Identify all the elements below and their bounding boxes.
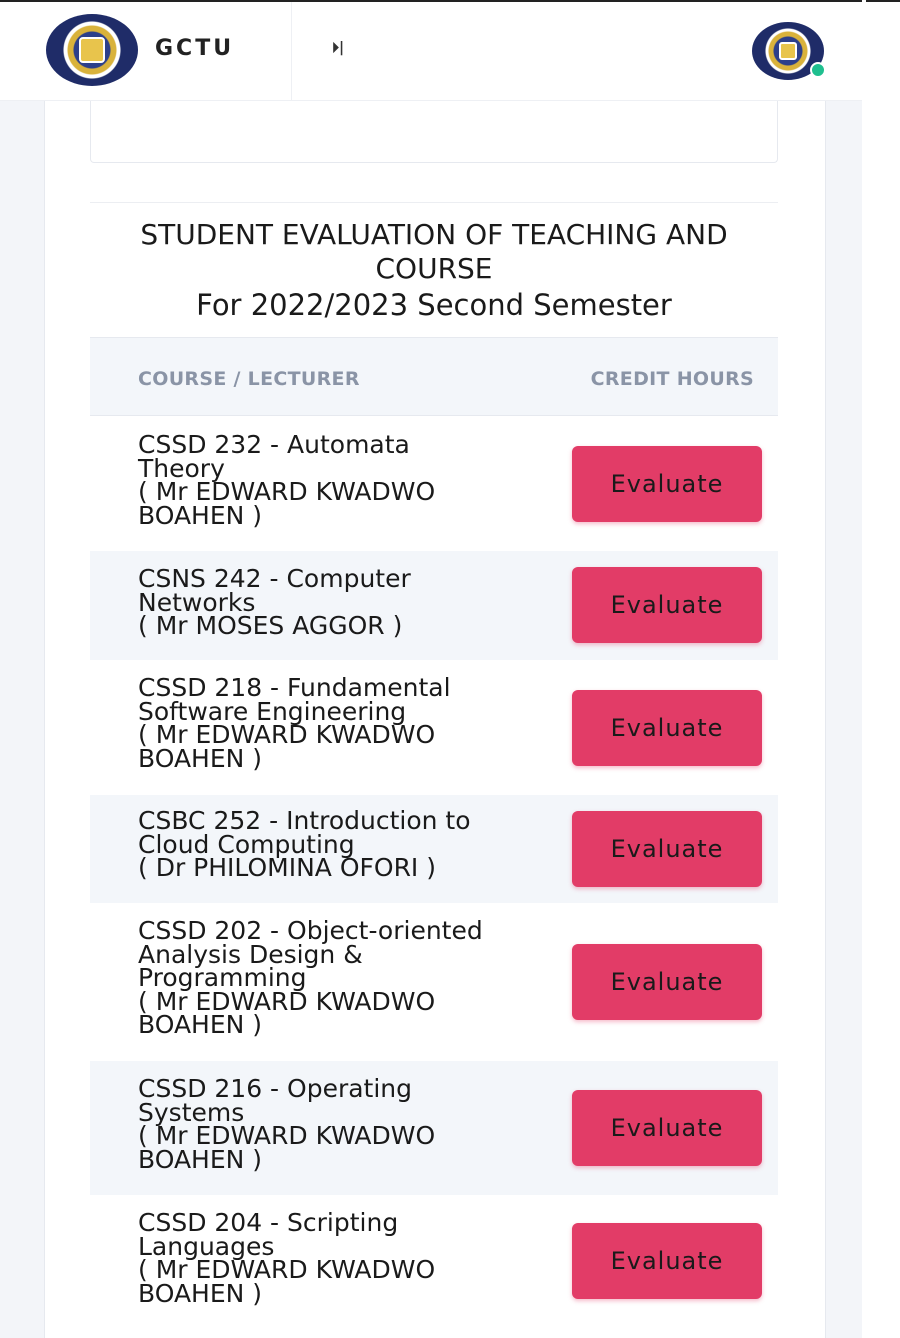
course-text-line: BOAHEN )	[138, 1144, 263, 1174]
evaluate-button[interactable]: Evaluate	[572, 446, 762, 522]
course-text-line: BOAHEN )	[138, 1010, 263, 1039]
course-text-line: Programming	[138, 963, 307, 992]
course-lecturer-cell: CSSD 204 - Scripting Languages( Mr EDWARD…	[138, 1208, 558, 1308]
evaluate-button[interactable]: Evaluate	[572, 811, 762, 887]
course-lecturer-cell: CSBC 252 - Introduction to Cloud Computin…	[138, 806, 558, 882]
course-text-line: BOAHEN )	[138, 500, 263, 530]
course-text-line: CSSD 232 - Automata	[138, 430, 410, 459]
top-navbar: GCTU ⏵|	[0, 2, 862, 101]
course-text-line: ( Mr EDWARD KWADWO	[138, 477, 436, 506]
brand-name[interactable]: GCTU	[155, 36, 234, 61]
online-status-icon	[810, 62, 826, 78]
course-lecturer-cell: CSNS 242 - Computer Networks( Mr MOSES AG…	[138, 564, 558, 640]
course-text-line: CSSD 216 - Operating	[138, 1074, 413, 1103]
course-text-line: ( Mr EDWARD KWADWO	[138, 1255, 436, 1284]
table-row: CSSD 202 - Object-oriented Analysis Desig…	[90, 903, 778, 1061]
evaluation-title: STUDENT EVALUATION OF TEACHING AND COURS…	[90, 218, 778, 322]
divider	[90, 202, 778, 203]
table-row: CSSD 232 - Automata Theory( Mr EDWARD KWA…	[90, 417, 778, 551]
table-row: CSBC 252 - Introduction to Cloud Computin…	[90, 795, 778, 903]
course-text-line: CSSD 204 - Scripting	[138, 1208, 399, 1237]
evaluate-button[interactable]: Evaluate	[572, 567, 762, 643]
evaluate-button[interactable]: Evaluate	[572, 1090, 762, 1166]
previous-panel	[90, 101, 778, 163]
course-text-line: ( Dr PHILOMINA OFORI )	[138, 853, 437, 882]
course-lecturer-cell: CSSD 202 - Object-oriented Analysis Desig…	[138, 916, 558, 1039]
evaluate-button[interactable]: Evaluate	[572, 690, 762, 766]
course-text-line: BOAHEN )	[138, 1278, 263, 1308]
course-text-line: BOAHEN )	[138, 743, 263, 773]
semester-subtitle: For 2022/2023 Second Semester	[196, 288, 672, 322]
course-text-line: ( Mr MOSES AGGOR )	[138, 611, 403, 640]
course-lecturer-cell: CSSD 218 - Fundamental Software Engineeri…	[138, 673, 558, 773]
course-text-line: ( Mr EDWARD KWADWO	[138, 720, 436, 749]
top-border-right	[866, 0, 900, 2]
sidebar-toggle-icon[interactable]: ⏵|	[332, 40, 344, 56]
table-row: CSNS 242 - Computer Networks( Mr MOSES AG…	[90, 551, 778, 660]
column-header-course: COURSE / LECTURER	[138, 368, 360, 390]
brand-area: GCTU	[0, 2, 292, 101]
course-text-line: ( Mr EDWARD KWADWO	[138, 1121, 436, 1150]
page-title: STUDENT EVALUATION OF TEACHING AND COURS…	[140, 218, 728, 285]
column-header-credit-hours: CREDIT HOURS	[590, 368, 754, 390]
course-lecturer-cell: CSSD 232 - Automata Theory( Mr EDWARD KWA…	[138, 430, 558, 530]
evaluate-button[interactable]: Evaluate	[572, 1223, 762, 1299]
course-lecturer-cell: CSSD 216 - Operating Systems( Mr EDWARD K…	[138, 1074, 558, 1174]
crest-shield-icon	[79, 37, 105, 63]
course-text-line: CSSD 202 - Object-oriented	[138, 916, 483, 945]
gctu-crest-logo-icon[interactable]	[46, 14, 138, 86]
table-header: COURSE / LECTURER CREDIT HOURS	[90, 337, 778, 416]
table-row: CSSD 216 - Operating Systems( Mr EDWARD K…	[90, 1061, 778, 1195]
course-text-line: CSBC 252 - Introduction to	[138, 806, 471, 835]
avatar-crest-icon	[779, 42, 797, 60]
course-text-line: CSSD 218 - Fundamental	[138, 673, 451, 702]
evaluate-button[interactable]: Evaluate	[572, 944, 762, 1020]
table-row: CSSD 204 - Scripting Languages( Mr EDWARD…	[90, 1195, 778, 1329]
course-text-line: CSNS 242 - Computer	[138, 564, 411, 593]
table-row: CSSD 218 - Fundamental Software Engineeri…	[90, 660, 778, 795]
